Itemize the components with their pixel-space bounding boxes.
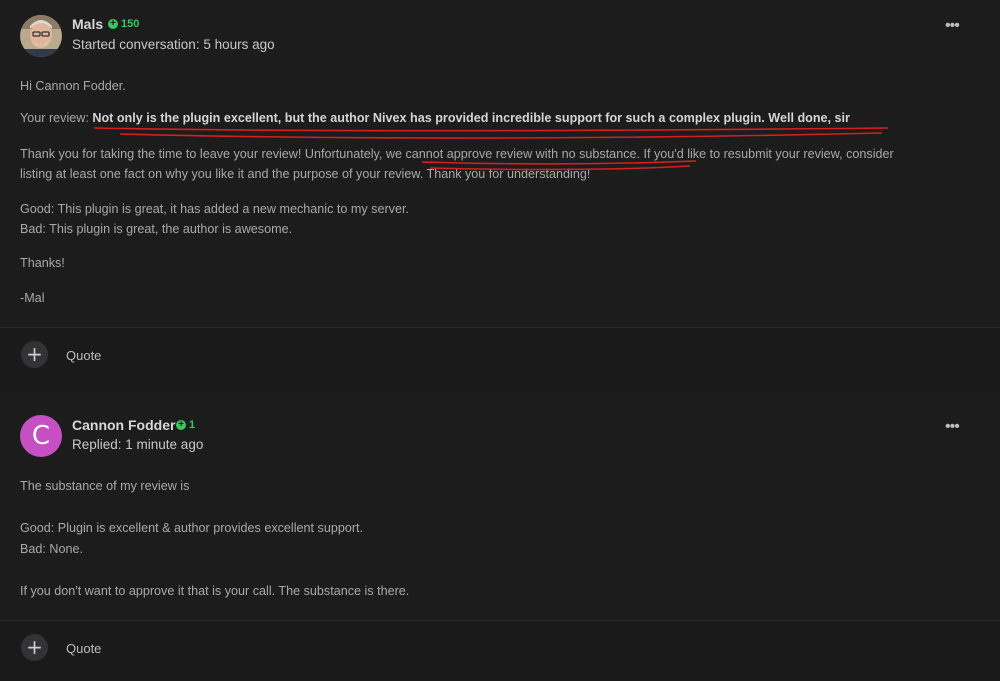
greeting-text: Hi Cannon Fodder. — [20, 79, 126, 93]
review-prefix: Your review: — [20, 111, 93, 125]
more-options-icon[interactable]: ••• — [945, 418, 960, 436]
paragraph-part: If you'd like to resubmit your review, c… — [640, 147, 894, 161]
review-text: Not only is the plugin excellent, but th… — [92, 111, 850, 125]
reply-closing-line: If you don't want to approve it that is … — [20, 584, 410, 598]
post-footer: + Quote — [0, 328, 1000, 384]
reputation-badge: + 150 — [108, 18, 139, 30]
author-name[interactable]: Cannon Fodder — [72, 417, 175, 433]
message-post-mals: Mals + 150 Started conversation: 5 hours… — [0, 0, 1000, 327]
paragraph-part: Thank you for taking the time to leave y… — [20, 147, 386, 161]
reputation-count: 1 — [189, 419, 196, 431]
reputation-badge: + 1 — [176, 419, 195, 431]
post-meta: Started conversation: 5 hours ago — [72, 37, 275, 52]
thanks-line: Thanks! — [20, 256, 65, 270]
good-line: Good: This plugin is great, it has added… — [20, 202, 409, 216]
quote-button[interactable]: Quote — [66, 641, 101, 656]
reputation-count: 150 — [121, 18, 140, 30]
more-options-icon[interactable]: ••• — [945, 17, 960, 35]
message-paragraph-line2: listing at least one fact on why you lik… — [20, 167, 591, 181]
author-name[interactable]: Mals — [72, 16, 103, 32]
avatar-photo-icon — [20, 15, 62, 57]
review-quote-line: Your review: Not only is the plugin exce… — [20, 111, 850, 125]
signature-line: -Mal — [20, 291, 45, 305]
reply-line: The substance of my review is — [20, 479, 190, 493]
bad-line: Bad: None. — [20, 542, 84, 556]
highlighted-phrase: we cannot approve review with no substan… — [385, 147, 640, 161]
message-paragraph: Thank you for taking the time to leave y… — [20, 147, 894, 161]
avatar-cannon-fodder[interactable]: C — [20, 415, 62, 457]
post-footer: + Quote — [0, 621, 1000, 677]
add-reaction-button[interactable]: + — [21, 341, 48, 368]
avatar-mals[interactable] — [20, 15, 62, 57]
plus-circle-icon: + — [176, 420, 186, 430]
post-meta: Replied: 1 minute ago — [72, 437, 204, 452]
good-line: Good: Plugin is excellent & author provi… — [20, 521, 364, 535]
bad-line: Bad: This plugin is great, the author is… — [20, 222, 293, 236]
quote-button[interactable]: Quote — [66, 348, 101, 363]
plus-circle-icon: + — [108, 19, 118, 29]
message-post-cannon-fodder: C Cannon Fodder + 1 Replied: 1 minute ag… — [0, 394, 1000, 620]
add-reaction-button[interactable]: + — [21, 634, 48, 661]
